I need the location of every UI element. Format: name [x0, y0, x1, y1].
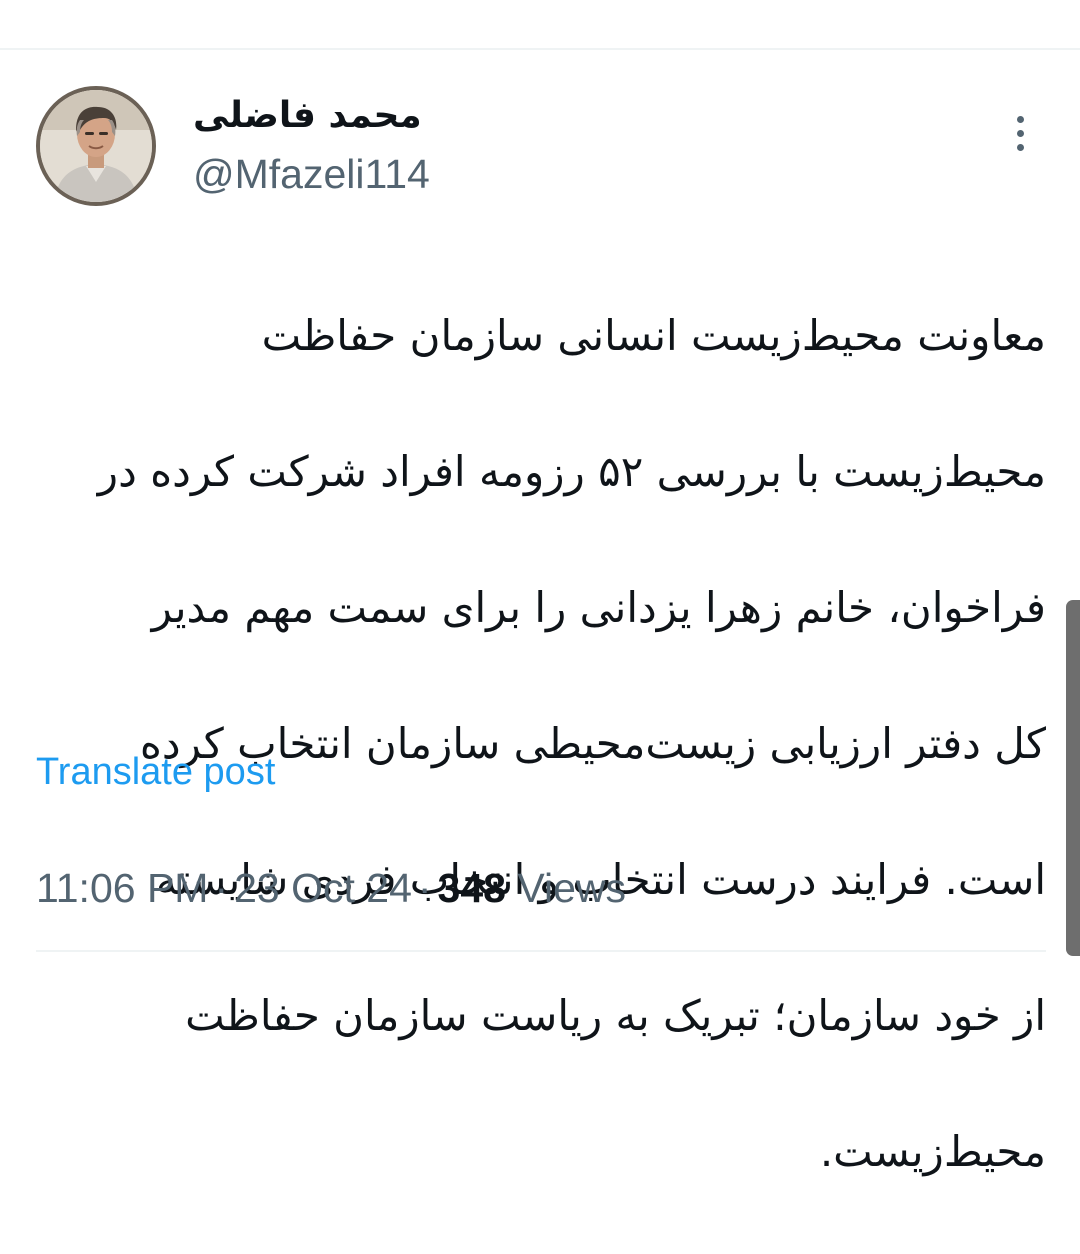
tweet-text: معاونت محیط‌زیست انسانی سازمان حفاظت محی… — [36, 234, 1046, 1254]
more-options-button[interactable] — [1004, 112, 1038, 156]
translate-post-link[interactable]: Translate post — [36, 748, 275, 796]
meta-separator: · — [417, 865, 432, 911]
tweet-meta: 11:06 PM · 23 Oct 24 · 348 Views — [36, 862, 626, 914]
profile-photo-icon — [40, 90, 152, 202]
tweet-time[interactable]: 11:06 PM — [36, 865, 208, 911]
scrollbar-thumb[interactable] — [1066, 600, 1080, 956]
bottom-divider — [36, 950, 1046, 952]
meta-separator: · — [214, 865, 229, 911]
author-display-name[interactable]: محمد فاضلی — [193, 94, 433, 138]
author-handle[interactable]: @Mfazeli114 — [193, 150, 430, 198]
top-divider — [0, 48, 1080, 50]
tweet-line: معاونت محیط‌زیست انسانی سازمان حفاظت — [261, 311, 1046, 360]
avatar[interactable] — [36, 86, 156, 206]
tweet-line: محیط‌زیست. — [819, 1127, 1046, 1176]
views-label[interactable]: Views — [517, 865, 626, 911]
views-count[interactable]: 348 — [438, 865, 506, 911]
tweet-line: محیط‌زیست با بررسی ۵۲ رزومه افراد شرکت ک… — [97, 447, 1046, 496]
tweet-date[interactable]: 23 Oct 24 — [234, 865, 412, 911]
tweet-line: از خود سازمان؛ تبریک به ریاست سازمان حفا… — [185, 991, 1046, 1040]
tweet-line: فراخوان، خانم زهرا یزدانی را برای سمت مه… — [151, 583, 1046, 632]
